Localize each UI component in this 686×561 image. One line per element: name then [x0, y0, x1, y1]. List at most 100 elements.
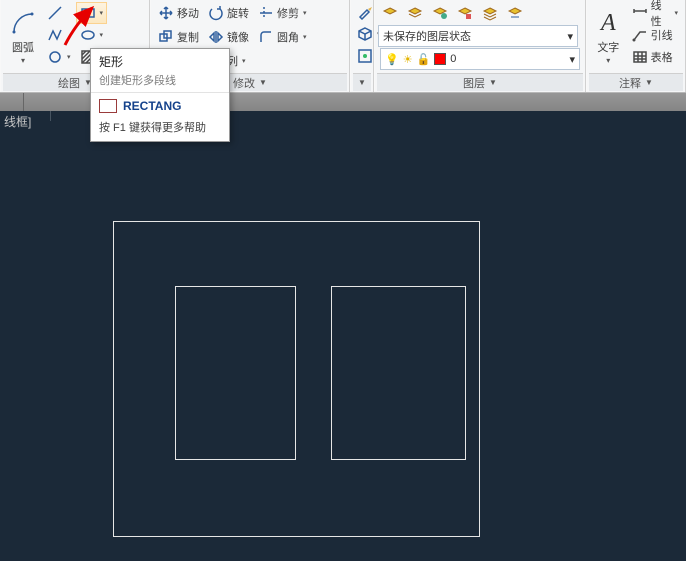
chevron-down-icon: ▼ — [645, 78, 653, 87]
layer-btn-5[interactable] — [478, 2, 502, 24]
layer-icon — [457, 5, 473, 21]
panel-title-annot[interactable]: 注释 ▼ — [589, 73, 683, 91]
chevron-down-icon: ▾ — [21, 56, 25, 65]
mirror-icon — [208, 29, 224, 45]
move-label: 移动 — [177, 5, 199, 21]
panel-annotation: A 文字 ▾ 线性▾ 引线 表格 注释 ▼ — [586, 0, 686, 92]
rect-inner-right[interactable] — [331, 286, 466, 460]
rectangle-tooltip: 矩形 创建矩形多段线 RECTANG 按 F1 键获得更多帮助 — [90, 48, 230, 142]
layer-btn-3[interactable] — [428, 2, 452, 24]
linear-button[interactable]: 线性▾ — [628, 2, 682, 24]
layer-icon — [407, 5, 423, 21]
panel-title-label: 绘图 — [58, 75, 80, 91]
fillet-icon — [258, 29, 274, 45]
layer-icon — [382, 5, 398, 21]
bulb-icon: 💡 — [385, 53, 399, 66]
linear-icon — [632, 5, 648, 21]
ellipse-button[interactable]: ▾ — [76, 24, 108, 46]
layer-select[interactable]: 💡 ☀ 🔓 0 ▾ — [380, 48, 580, 70]
chevron-down-icon: ▾ — [569, 53, 575, 66]
rectangle-button[interactable]: ▾ — [76, 2, 108, 24]
rectangle-icon — [80, 5, 96, 21]
circle-icon — [47, 49, 63, 65]
tooltip-command: RECTANG — [123, 99, 181, 113]
arc-button[interactable]: 圆弧 ▾ — [4, 2, 42, 72]
lock-icon: 🔓 — [417, 53, 431, 66]
strip-tab[interactable] — [0, 93, 24, 111]
util-2[interactable]: ▾ — [353, 23, 373, 45]
chevron-down-icon: ▾ — [100, 31, 104, 39]
tooltip-hint: 按 F1 键获得更多帮助 — [91, 119, 229, 141]
util-1[interactable] — [353, 1, 373, 23]
rotate-label: 旋转 — [227, 5, 249, 21]
tooltip-subtitle: 创建矩形多段线 — [99, 72, 221, 88]
polyline-button[interactable] — [43, 24, 75, 46]
tooltip-title: 矩形 — [99, 53, 221, 70]
panel-layer: 未保存的图层状态 ▾ 💡 ☀ 🔓 0 ▾ 图层 ▼ — [374, 0, 586, 92]
layer-state-value: 未保存的图层状态 — [383, 28, 471, 44]
drawing-canvas[interactable]: 线框] — [0, 111, 686, 561]
move-icon — [158, 5, 174, 21]
arc-label: 圆弧 — [12, 39, 34, 55]
sun-icon: ☀ — [403, 53, 413, 66]
panel-util-drop[interactable]: ▼ — [353, 73, 371, 91]
circle-button[interactable]: ▾ — [43, 46, 75, 68]
chevron-down-icon: ▾ — [567, 30, 573, 43]
chevron-down-icon: ▼ — [259, 78, 267, 87]
ruler-mark — [50, 111, 51, 121]
leader-label: 引线 — [651, 27, 673, 43]
layer-icon — [482, 5, 498, 21]
table-label: 表格 — [651, 49, 673, 65]
rotate-icon — [208, 5, 224, 21]
mirror-label: 镜像 — [227, 29, 249, 45]
copy-button[interactable]: 复制 — [154, 26, 203, 48]
copy-icon — [158, 29, 174, 45]
layer-btn-1[interactable] — [378, 2, 402, 24]
util-3[interactable] — [353, 45, 373, 67]
chevron-down-icon: ▾ — [100, 9, 104, 17]
trim-icon — [258, 5, 274, 21]
layer-btn-6[interactable] — [503, 2, 527, 24]
chevron-down-icon: ▾ — [606, 56, 610, 65]
layer-name: 0 — [450, 53, 456, 65]
block-icon — [357, 26, 373, 42]
text-button[interactable]: A 文字 ▾ — [590, 2, 627, 72]
leader-icon — [632, 27, 648, 43]
mirror-button[interactable]: 镜像 — [204, 26, 253, 48]
panel-util: ▾ ▼ — [350, 0, 374, 92]
rectangle-cmd-icon — [99, 99, 117, 113]
move-button[interactable]: 移动 — [154, 2, 203, 24]
chevron-down-icon: ▼ — [489, 78, 497, 87]
ellipse-icon — [80, 27, 96, 43]
layer-state-select[interactable]: 未保存的图层状态 ▾ — [378, 25, 578, 47]
leader-button[interactable]: 引线 — [628, 24, 682, 46]
copy-label: 复制 — [177, 29, 199, 45]
panel-title-label: 修改 — [233, 75, 255, 91]
layer-btn-2[interactable] — [403, 2, 427, 24]
panel-title-layer[interactable]: 图层 ▼ — [377, 73, 583, 91]
line-button[interactable] — [43, 2, 75, 24]
polyline-icon — [47, 27, 63, 43]
text-icon: A — [594, 9, 622, 37]
rotate-button[interactable]: 旋转 — [204, 2, 253, 24]
chevron-down-icon: ▾ — [67, 53, 71, 61]
trim-label: 修剪 — [277, 5, 299, 21]
panel-title-label: 注释 — [619, 75, 641, 91]
panel-title-label: 图层 — [463, 75, 485, 91]
brush-icon — [357, 4, 373, 20]
fillet-label: 圆角 — [277, 29, 299, 45]
layer-icon — [507, 5, 523, 21]
layer-icon — [432, 5, 448, 21]
text-label: 文字 — [597, 39, 619, 55]
group-icon — [357, 48, 373, 64]
table-button[interactable]: 表格 — [628, 46, 682, 68]
arc-icon — [9, 9, 37, 37]
line-icon — [47, 5, 63, 21]
layer-btn-4[interactable] — [453, 2, 477, 24]
color-swatch — [434, 53, 446, 65]
viewport-label: 线框] — [0, 111, 35, 132]
fillet-button[interactable]: 圆角▾ — [254, 26, 311, 48]
rect-inner-left[interactable] — [175, 286, 296, 460]
table-icon — [632, 49, 648, 65]
trim-button[interactable]: 修剪▾ — [254, 2, 311, 24]
